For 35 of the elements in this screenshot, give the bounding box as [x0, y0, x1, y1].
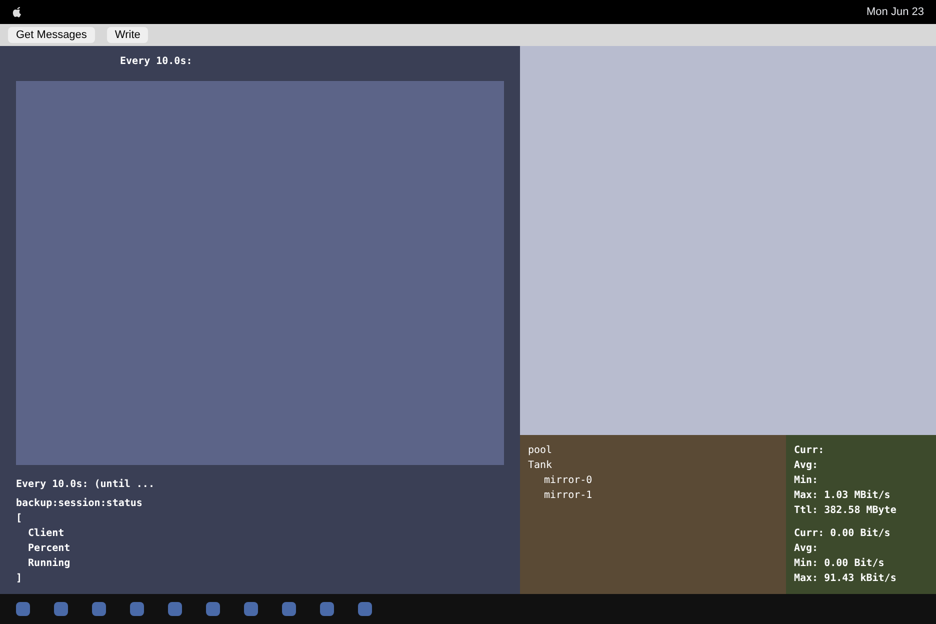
network-stat: Curr: 0.00 Bit/s — [794, 526, 892, 541]
pool-title: pool — [528, 444, 554, 458]
network-stat: Min: 0.00 Bit/s — [794, 556, 886, 571]
network-stat: Avg: — [794, 542, 820, 556]
network-stat: Max: 91.43 kBit/s — [794, 572, 898, 586]
terminal-line: [ — [16, 512, 24, 526]
apple-icon[interactable] — [12, 6, 22, 18]
app-icon[interactable] — [92, 602, 106, 616]
toolbar-button[interactable]: Write — [106, 26, 148, 44]
app-icon[interactable] — [16, 602, 30, 616]
network-stat: Min: — [794, 474, 820, 488]
terminal-line: Running — [27, 556, 72, 571]
terminal-line: ] — [16, 572, 24, 586]
menu-bar-clock: Mon Jun 23 — [866, 4, 924, 20]
app-icon[interactable] — [358, 602, 372, 616]
terminal-line: backup:session:status — [16, 496, 144, 511]
pool-tree-item: Tank — [528, 459, 554, 473]
app-icon[interactable] — [244, 602, 258, 616]
toolbar-button[interactable]: Get Messages — [8, 26, 95, 44]
network-stat: Ttl: 382.58 MByte — [794, 504, 898, 518]
pool-tree-item: mirror-1 — [543, 489, 594, 503]
network-stat: Avg: — [794, 459, 820, 473]
watch-header: Every 10.0s: (until ... — [16, 478, 156, 492]
app-icon[interactable] — [130, 602, 144, 616]
app-icon[interactable] — [282, 602, 296, 616]
terminal-line: Client — [27, 526, 66, 541]
app-icon[interactable] — [320, 602, 334, 616]
app-icon[interactable] — [168, 602, 182, 616]
app-icon[interactable] — [206, 602, 220, 616]
watch-header: Every 10.0s: — [120, 55, 194, 69]
network-stat: Curr: — [794, 444, 826, 458]
app-icon[interactable] — [54, 602, 68, 616]
network-stat: Max: 1.03 MBit/s — [794, 488, 892, 503]
terminal-line: Percent — [27, 542, 72, 556]
pool-tree-item: mirror-0 — [543, 474, 594, 488]
